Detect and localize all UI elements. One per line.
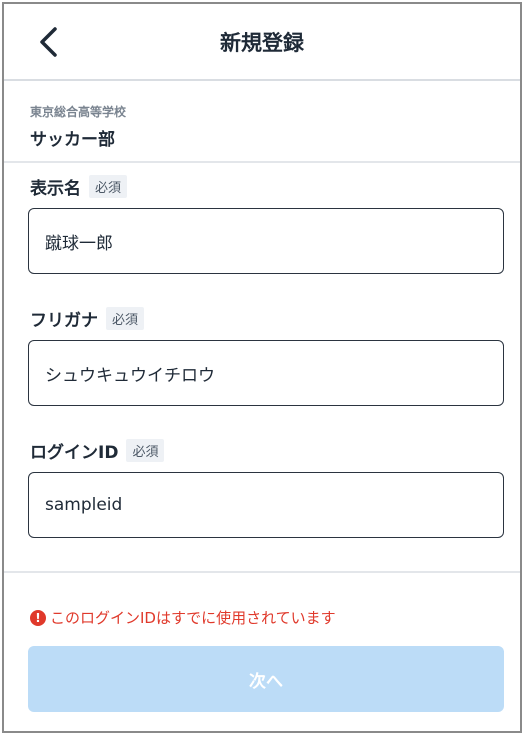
login-id-label-text: ログインID bbox=[30, 443, 119, 463]
display-name-label-text: 表示名 bbox=[30, 179, 81, 199]
furigana-label: フリガナ 必須 bbox=[30, 306, 145, 331]
page-title: 新規登録 bbox=[220, 31, 304, 55]
display-name-label: 表示名 必須 bbox=[30, 174, 128, 199]
furigana-label-text: フリガナ bbox=[30, 311, 98, 331]
team-info: 東京総合高等学校 サッカー部 bbox=[4, 81, 520, 163]
error-message: ! このログインIDはすでに使用されています bbox=[30, 607, 336, 628]
display-name-input[interactable] bbox=[28, 208, 504, 274]
next-button[interactable]: 次へ bbox=[28, 646, 504, 712]
login-id-label: ログインID 必須 bbox=[30, 438, 165, 463]
error-text: このログインIDはすでに使用されています bbox=[50, 609, 336, 627]
required-badge: 必須 bbox=[106, 307, 145, 330]
login-id-input[interactable] bbox=[28, 472, 504, 538]
required-badge: 必須 bbox=[89, 175, 128, 198]
app-frame: 新規登録 東京総合高等学校 サッカー部 表示名 必須 フリガナ 必須 ログインI… bbox=[2, 2, 522, 733]
furigana-input[interactable] bbox=[28, 340, 504, 406]
required-badge: 必須 bbox=[126, 439, 165, 462]
header: 新規登録 bbox=[4, 4, 520, 81]
divider bbox=[4, 571, 520, 573]
school-name: 東京総合高等学校 bbox=[30, 105, 127, 119]
club-name: サッカー部 bbox=[30, 130, 115, 150]
exclamation-circle-icon: ! bbox=[30, 609, 46, 626]
